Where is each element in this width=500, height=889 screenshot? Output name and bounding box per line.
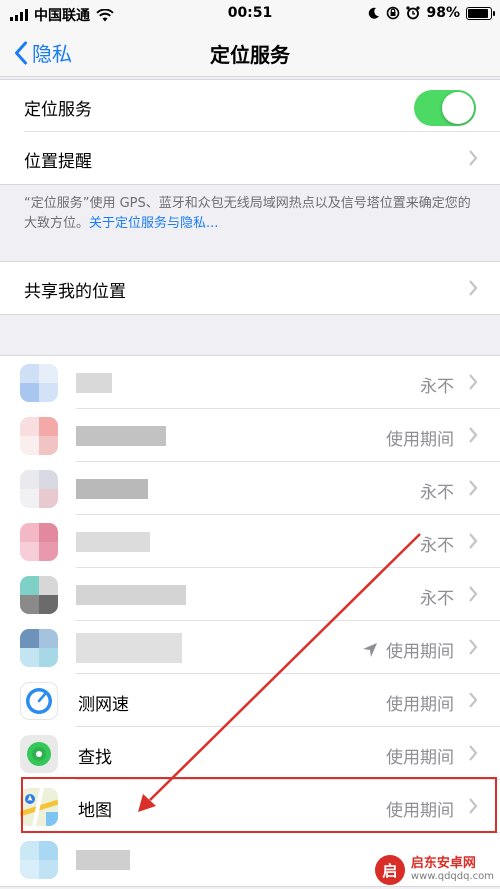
watermark-title: 启东安卓网 xyxy=(410,856,476,871)
watermark-logo: 启 xyxy=(374,855,405,885)
annotation-arrow xyxy=(138,533,421,812)
watermark-url: www.qdqdq.com xyxy=(410,871,494,882)
watermark: 启 启东安卓网 www.qdqdq.com xyxy=(374,855,494,885)
